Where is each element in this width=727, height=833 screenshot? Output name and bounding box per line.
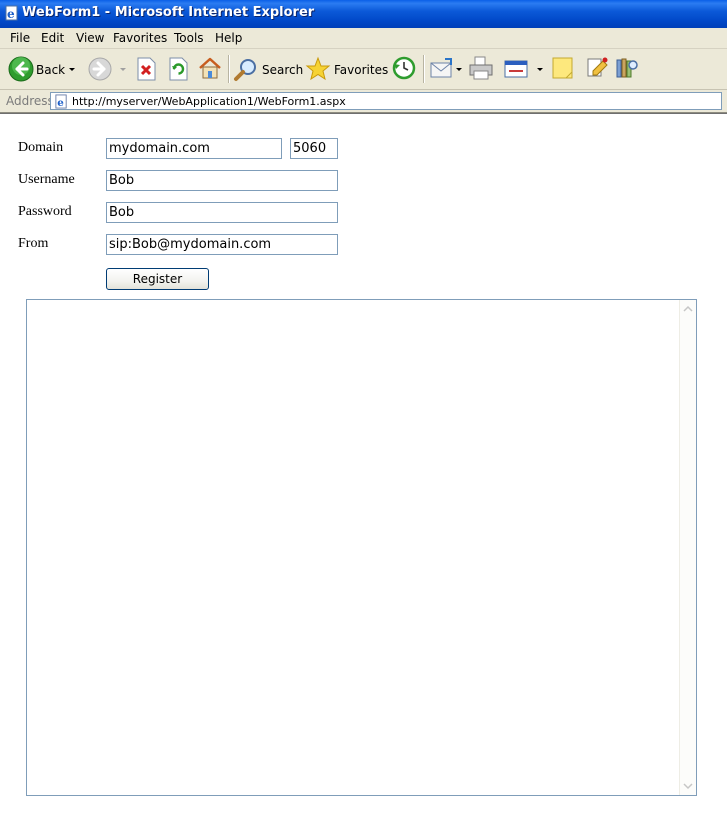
svg-text:e: e	[57, 97, 64, 109]
menu-edit[interactable]: Edit	[41, 31, 64, 45]
toolbar-separator	[228, 55, 230, 83]
domain-input[interactable]	[106, 138, 282, 159]
username-label: Username	[18, 172, 75, 187]
scroll-up-icon[interactable]	[681, 302, 695, 316]
domain-label: Domain	[18, 140, 64, 155]
forward-dropdown-arrow[interactable]	[120, 68, 126, 71]
history-icon[interactable]	[391, 55, 417, 81]
favorites-button[interactable]: Favorites	[305, 53, 389, 85]
discuss-icon[interactable]	[550, 55, 576, 81]
search-button[interactable]: Search	[233, 53, 303, 85]
menu-tools[interactable]: Tools	[174, 31, 204, 45]
mail-icon[interactable]	[429, 57, 455, 81]
toolbar-separator	[423, 55, 425, 83]
menu-file[interactable]: File	[10, 31, 30, 45]
research-icon[interactable]	[614, 55, 640, 81]
window-title: WebForm1 - Microsoft Internet Explorer	[22, 5, 315, 20]
page-icon: e	[55, 94, 67, 109]
title-bar[interactable]: e WebForm1 - Microsoft Internet Explorer	[0, 0, 727, 28]
print-icon[interactable]	[467, 55, 495, 81]
menu-bar: File Edit View Favorites Tools Help	[0, 28, 727, 49]
search-label: Search	[262, 63, 304, 77]
port-input[interactable]	[290, 138, 338, 159]
address-url: http://myserver/WebApplication1/WebForm1…	[72, 95, 346, 108]
ie-page-icon: e	[5, 5, 18, 21]
address-field[interactable]: e http://myserver/WebApplication1/WebFor…	[50, 92, 722, 110]
from-label: From	[18, 236, 49, 251]
back-arrow-icon	[8, 56, 34, 82]
search-icon	[234, 59, 256, 81]
password-label: Password	[18, 204, 72, 219]
address-bar: Address e http://myserver/WebApplication…	[0, 90, 727, 113]
stop-icon[interactable]	[135, 57, 157, 81]
menu-view[interactable]: View	[76, 31, 104, 45]
back-label: Back	[36, 63, 66, 77]
vertical-scrollbar[interactable]	[679, 300, 696, 795]
star-icon	[305, 56, 331, 81]
forward-button[interactable]	[86, 53, 126, 85]
svg-text:e: e	[7, 7, 15, 21]
register-button[interactable]: Register	[106, 268, 209, 290]
messenger-icon[interactable]	[585, 55, 611, 81]
password-input[interactable]	[106, 202, 338, 223]
toolbar: Back Search Favorites	[0, 49, 727, 90]
menu-favorites[interactable]: Favorites	[113, 31, 167, 45]
log-textarea[interactable]	[26, 299, 697, 796]
menu-help[interactable]: Help	[215, 31, 242, 45]
edit-dropdown-arrow[interactable]	[537, 68, 543, 71]
from-input[interactable]	[106, 234, 338, 255]
back-dropdown-arrow[interactable]	[69, 68, 75, 71]
username-input[interactable]	[106, 170, 338, 191]
scroll-down-icon[interactable]	[681, 779, 695, 793]
back-button[interactable]: Back	[6, 53, 84, 85]
edit-icon[interactable]	[503, 57, 531, 81]
forward-arrow-icon	[88, 57, 112, 81]
favorites-label: Favorites	[334, 63, 389, 77]
home-icon[interactable]	[197, 55, 223, 81]
address-label: Address	[6, 94, 54, 108]
page-content: Domain Username Password From Register	[0, 113, 727, 833]
refresh-icon[interactable]	[167, 57, 189, 81]
mail-dropdown-arrow[interactable]	[456, 68, 462, 71]
